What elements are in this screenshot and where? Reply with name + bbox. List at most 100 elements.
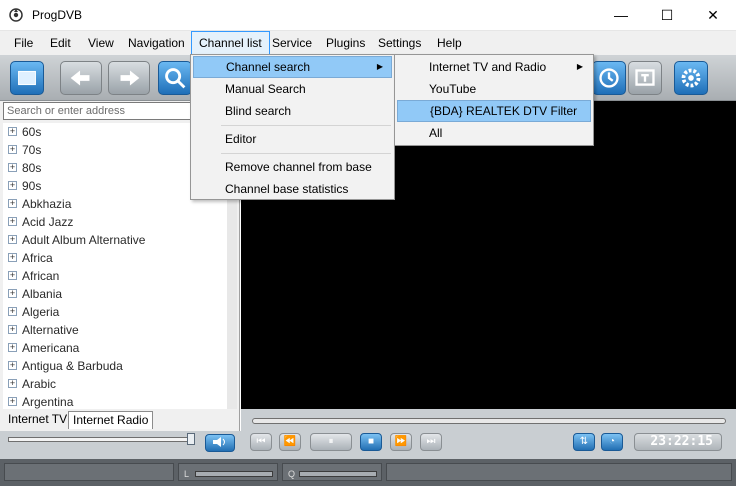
menu-edit[interactable]: Edit <box>43 31 78 55</box>
submenu-item-internet-tv-radio[interactable]: Internet TV and Radio ▶ <box>397 56 591 78</box>
menu-help[interactable]: Help <box>430 31 469 55</box>
level-segment-l: L <box>178 463 278 481</box>
back-button[interactable] <box>60 61 102 95</box>
seek-bar[interactable] <box>252 418 726 424</box>
list-item[interactable]: + Acid Jazz <box>3 213 227 231</box>
channel-list-button[interactable] <box>10 61 44 95</box>
fast-forward-icon: ⏩ <box>394 436 408 447</box>
list-item[interactable]: + Africa <box>3 249 227 267</box>
forward-button[interactable] <box>108 61 150 95</box>
transport-panel: ⏮ ⏪ ⏸ ■ ⏩ ⏭ ⇅ ◔ 23:22:15 <box>241 409 736 459</box>
volume-panel <box>0 431 241 459</box>
scheduler-button[interactable] <box>592 61 626 95</box>
teletext-button[interactable] <box>628 61 662 95</box>
rewind-icon: ⏪ <box>283 436 297 447</box>
menu-file[interactable]: File <box>7 31 40 55</box>
stop-button[interactable]: ■ <box>360 433 382 451</box>
menu-item-channel-statistics[interactable]: Channel base statistics <box>193 178 392 200</box>
list-item[interactable]: + Arabic <box>3 375 227 393</box>
level-q-meter <box>299 471 377 477</box>
expand-icon[interactable]: + <box>8 325 17 334</box>
skip-start-button[interactable]: ⏮ <box>250 433 272 451</box>
search-icon <box>165 68 186 89</box>
list-item[interactable]: + Americana <box>3 339 227 357</box>
skip-end-button[interactable]: ⏭ <box>420 433 442 451</box>
clock-icon: ◔ <box>608 436 616 447</box>
volume-button[interactable] <box>205 434 235 452</box>
menu-separator <box>221 125 391 126</box>
expand-icon[interactable]: + <box>8 127 17 136</box>
list-item[interactable]: + Antigua & Barbuda <box>3 357 227 375</box>
menu-plugins[interactable]: Plugins <box>319 31 372 55</box>
channel-search-submenu: Internet TV and Radio ▶ YouTube {BDA} RE… <box>394 54 594 146</box>
expand-icon[interactable]: + <box>8 271 17 280</box>
status-bar: L Q <box>0 459 736 486</box>
expand-icon[interactable]: + <box>8 253 17 262</box>
submenu-item-youtube[interactable]: YouTube <box>397 78 591 100</box>
expand-icon[interactable]: + <box>8 181 17 190</box>
maximize-button[interactable]: ☐ <box>644 0 690 31</box>
skip-end-icon: ⏭ <box>426 436 436 447</box>
list-item[interactable]: + African <box>3 267 227 285</box>
audio-channels-button[interactable]: ⇅ <box>573 433 595 451</box>
level-l-label: L <box>184 469 190 479</box>
menu-item-channel-search[interactable]: Channel search ▶ <box>193 56 392 78</box>
status-segment <box>386 463 732 481</box>
folder-icon <box>18 70 36 86</box>
up-down-arrows-icon: ⇅ <box>579 436 589 447</box>
submenu-item-all[interactable]: All <box>397 122 591 144</box>
volume-slider[interactable] <box>8 437 191 442</box>
expand-icon[interactable]: + <box>8 361 17 370</box>
menu-separator <box>221 153 391 154</box>
pause-button[interactable]: ⏸ <box>310 433 352 451</box>
stop-icon: ■ <box>367 436 375 447</box>
expand-icon[interactable]: + <box>8 217 17 226</box>
expand-icon[interactable]: + <box>8 397 17 406</box>
expand-icon[interactable]: + <box>8 163 17 172</box>
menu-item-manual-search[interactable]: Manual Search <box>193 78 392 100</box>
menu-item-editor[interactable]: Editor <box>193 128 392 150</box>
minimize-button[interactable]: — <box>598 0 644 31</box>
expand-icon[interactable]: + <box>8 145 17 154</box>
submenu-item-realtek-dtv[interactable]: {BDA} REALTEK DTV Filter <box>397 100 591 122</box>
menu-item-blind-search[interactable]: Blind search <box>193 100 392 122</box>
menu-service[interactable]: Service <box>265 31 319 55</box>
arrow-right-icon <box>120 70 140 86</box>
close-button[interactable]: ✕ <box>690 0 736 31</box>
rewind-button[interactable]: ⏪ <box>279 433 301 451</box>
expand-icon[interactable]: + <box>8 379 17 388</box>
level-segment-q: Q <box>282 463 382 481</box>
window-title: ProgDVB <box>32 8 83 22</box>
expand-icon[interactable]: + <box>8 307 17 316</box>
skip-start-icon: ⏮ <box>256 436 266 447</box>
pause-icon: ⏸ <box>328 436 334 447</box>
menu-view[interactable]: View <box>81 31 121 55</box>
list-item[interactable]: + Albania <box>3 285 227 303</box>
status-segment <box>4 463 174 481</box>
level-q-label: Q <box>288 469 296 479</box>
speaker-icon <box>213 437 225 447</box>
time-display: 23:22:15 <box>634 433 722 451</box>
timeshift-button[interactable]: ◔ <box>601 433 623 451</box>
menu-item-remove-channel[interactable]: Remove channel from base <box>193 156 392 178</box>
expand-icon[interactable]: + <box>8 343 17 352</box>
expand-icon[interactable]: + <box>8 289 17 298</box>
list-item[interactable]: + Alternative <box>3 321 227 339</box>
list-item[interactable]: + Adult Album Alternative <box>3 231 227 249</box>
expand-icon[interactable]: + <box>8 199 17 208</box>
menu-bar: File Edit View Navigation Channel list S… <box>0 31 736 55</box>
list-item[interactable]: + Algeria <box>3 303 227 321</box>
menu-channel-list[interactable]: Channel list <box>191 31 270 55</box>
volume-slider-thumb[interactable] <box>187 433 195 445</box>
settings-button[interactable] <box>674 61 708 95</box>
list-item[interactable]: + Argentina <box>3 393 227 409</box>
menu-settings[interactable]: Settings <box>371 31 428 55</box>
expand-icon[interactable]: + <box>8 235 17 244</box>
submenu-arrow-icon: ▶ <box>576 62 583 71</box>
gear-icon <box>681 68 701 88</box>
arrow-left-icon <box>70 70 90 86</box>
fast-forward-button[interactable]: ⏩ <box>390 433 412 451</box>
search-button[interactable] <box>158 61 192 95</box>
teletext-icon <box>635 69 655 86</box>
menu-navigation[interactable]: Navigation <box>121 31 192 55</box>
